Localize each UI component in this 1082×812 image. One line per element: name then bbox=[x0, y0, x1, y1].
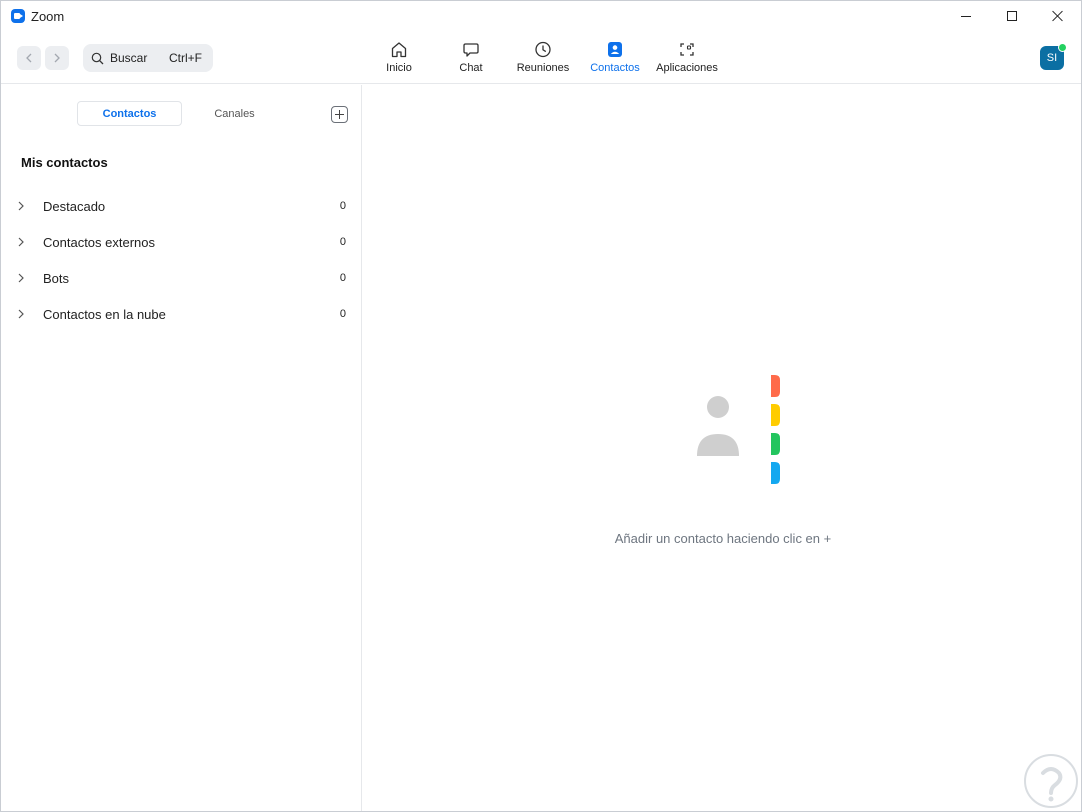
avatar-initials: SI bbox=[1046, 52, 1058, 64]
contact-group-nube[interactable]: Contactos en la nube 0 bbox=[1, 296, 362, 332]
group-label: Bots bbox=[43, 271, 70, 286]
group-label: Contactos externos bbox=[43, 235, 156, 250]
chat-bubble-icon bbox=[463, 43, 479, 57]
segment-contactos[interactable]: Contactos bbox=[77, 101, 183, 126]
close-button[interactable] bbox=[1035, 1, 1081, 31]
chevron-right-icon bbox=[18, 273, 24, 283]
maximize-icon bbox=[1007, 11, 1017, 21]
tab-label: Aplicaciones bbox=[656, 62, 718, 74]
contact-groups-list: Destacado 0 Contactos externos 0 Bots 0 … bbox=[1, 188, 362, 332]
group-count: 0 bbox=[339, 236, 346, 248]
main-toolbar: Buscar Ctrl+F Inicio Chat Reuniones Cont… bbox=[1, 31, 1081, 84]
index-tab-icon bbox=[771, 433, 780, 455]
tab-contactos[interactable]: Contactos bbox=[579, 31, 651, 84]
back-button[interactable] bbox=[17, 46, 41, 70]
section-title: Mis contactos bbox=[21, 155, 108, 170]
group-count: 0 bbox=[339, 308, 346, 320]
tab-label: Inicio bbox=[386, 62, 412, 74]
chevron-right-icon bbox=[18, 201, 24, 211]
close-icon bbox=[1052, 10, 1064, 22]
minimize-icon bbox=[961, 15, 971, 17]
user-avatar[interactable]: SI bbox=[1040, 43, 1067, 70]
index-tab-icon bbox=[771, 404, 780, 426]
empty-state: Añadir un contacto haciendo clic en + bbox=[363, 85, 1081, 811]
presence-dot bbox=[1058, 43, 1067, 52]
minimize-button[interactable] bbox=[943, 1, 989, 31]
tab-label: Reuniones bbox=[516, 62, 570, 74]
contact-group-bots[interactable]: Bots 0 bbox=[1, 260, 362, 296]
segment-canales[interactable]: Canales bbox=[182, 101, 287, 126]
apps-icon bbox=[680, 43, 694, 56]
main-tabs: Inicio Chat Reuniones Contactos Aplicaci… bbox=[363, 31, 723, 84]
tab-inicio[interactable]: Inicio bbox=[363, 31, 435, 84]
search-label: Buscar bbox=[110, 51, 148, 65]
tab-label: Chat bbox=[459, 62, 483, 74]
chevron-right-icon bbox=[18, 237, 24, 247]
search-shortcut: Ctrl+F bbox=[169, 51, 202, 65]
group-label: Destacado bbox=[43, 199, 106, 214]
add-contact-button[interactable] bbox=[331, 106, 348, 123]
tab-reuniones[interactable]: Reuniones bbox=[507, 31, 579, 84]
contact-card-icon bbox=[608, 42, 622, 57]
zoom-window: Zoom Buscar Ctrl+F Inicio Chat Reuniones… bbox=[0, 0, 1082, 812]
tab-aplicaciones[interactable]: Aplicaciones bbox=[651, 31, 723, 84]
forward-button[interactable] bbox=[45, 46, 69, 70]
home-icon bbox=[391, 42, 407, 58]
watermark-logo-icon bbox=[1024, 754, 1078, 808]
chevron-right-icon bbox=[18, 309, 24, 319]
maximize-button[interactable] bbox=[989, 1, 1035, 31]
chevron-right-icon bbox=[54, 53, 60, 63]
title-bar[interactable]: Zoom bbox=[1, 1, 1081, 31]
contacts-panel: Contactos Canales Mis contactos Destacad… bbox=[1, 85, 362, 811]
index-tab-icon bbox=[771, 375, 780, 397]
tab-chat[interactable]: Chat bbox=[435, 31, 507, 84]
contact-group-destacado[interactable]: Destacado 0 bbox=[1, 188, 362, 224]
search-box[interactable]: Buscar Ctrl+F bbox=[83, 44, 213, 72]
contacts-segment-control: Contactos Canales bbox=[77, 101, 287, 126]
window-title: Zoom bbox=[31, 9, 65, 24]
search-icon bbox=[91, 52, 104, 64]
contact-group-externos[interactable]: Contactos externos 0 bbox=[1, 224, 362, 260]
tab-label: Contactos bbox=[590, 62, 640, 74]
group-count: 0 bbox=[339, 272, 346, 284]
index-tab-icon bbox=[771, 462, 780, 484]
group-label: Contactos en la nube bbox=[43, 307, 166, 322]
empty-state-message: Añadir un contacto haciendo clic en + bbox=[614, 531, 832, 546]
contact-book-illustration-icon bbox=[697, 375, 780, 484]
zoom-logo-icon bbox=[11, 9, 25, 23]
chevron-left-icon bbox=[26, 53, 32, 63]
clock-icon bbox=[535, 41, 551, 58]
group-count: 0 bbox=[339, 200, 346, 212]
